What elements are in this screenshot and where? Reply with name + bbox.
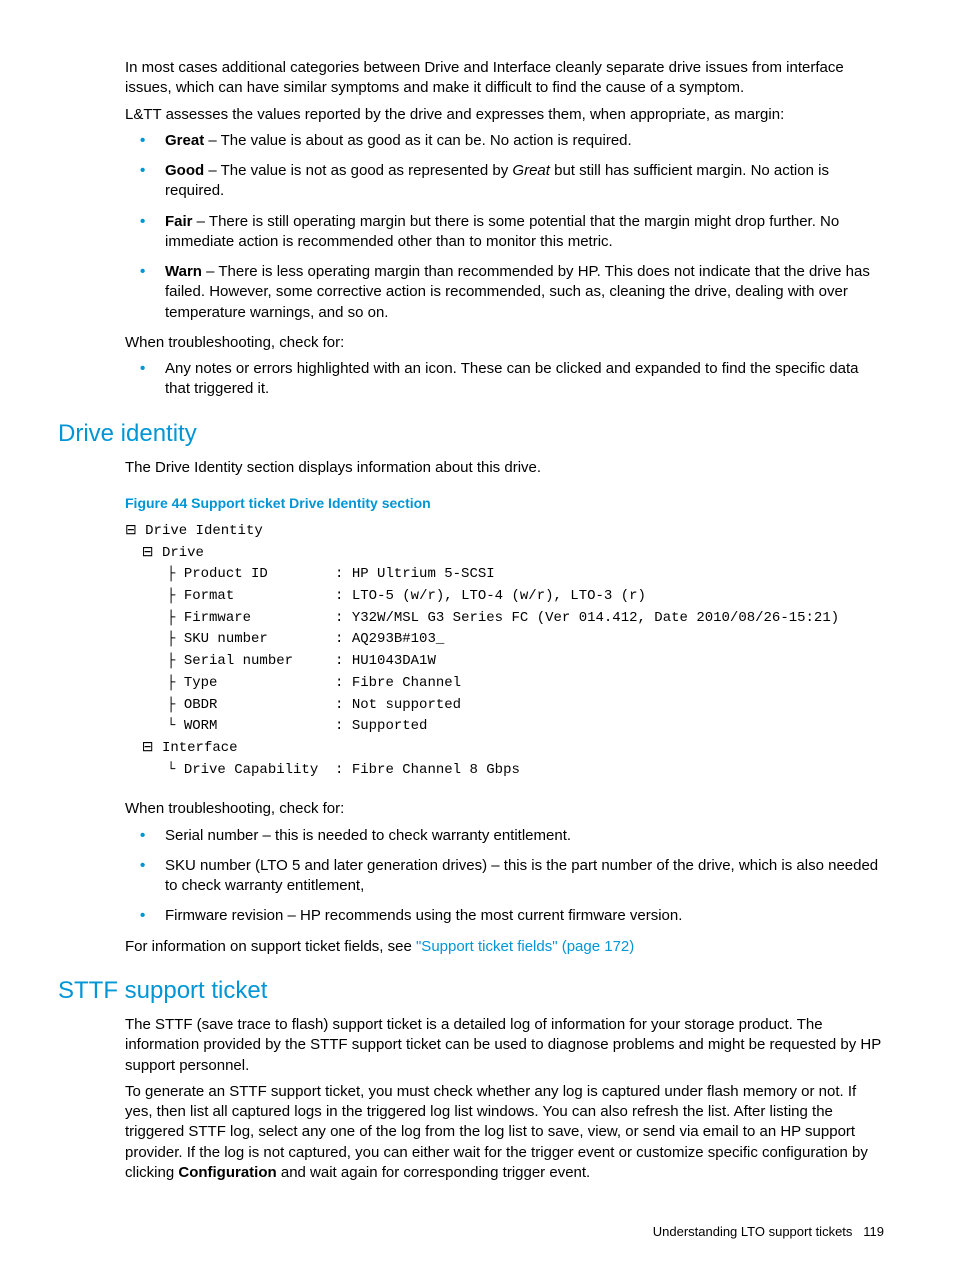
troubleshoot-intro: When troubleshooting, check for:	[125, 333, 884, 353]
tree-interface: Interface	[162, 740, 238, 756]
di-troubleshoot-item: Serial number – this is needed to check …	[125, 826, 884, 846]
page-footer: Understanding LTO support tickets 119	[50, 1223, 884, 1241]
sttf-p2-post: and wait again for corresponding trigger…	[277, 1164, 591, 1181]
intro-p2: L&TT assesses the values reported by the…	[125, 105, 884, 125]
figure-caption: Figure 44 Support ticket Drive Identity …	[125, 494, 884, 513]
tree-val-worm: Supported	[352, 718, 428, 734]
margin-item-great: Great – The value is about as good as it…	[125, 131, 884, 151]
link-pre: For information on support ticket fields…	[125, 938, 416, 955]
footer-section: Understanding LTO support tickets	[653, 1224, 853, 1239]
di-troubleshoot-list: Serial number – this is needed to check …	[125, 826, 884, 927]
tree-val-format: LTO-5 (w/r), LTO-4 (w/r), LTO-3 (r)	[352, 588, 646, 604]
tree-root: Drive Identity	[145, 523, 263, 539]
tree-key-worm: WORM	[184, 718, 218, 734]
margin-text: – The value is about as good as it can b…	[204, 132, 632, 149]
drive-identity-block: The Drive Identity section displays info…	[125, 458, 884, 957]
tree-val-obdr: Not supported	[352, 697, 461, 713]
drive-identity-tree: ⊟ Drive Identity ⊟ Drive ├ Product ID : …	[125, 521, 884, 781]
intro-p1: In most cases additional categories betw…	[125, 58, 884, 99]
margin-item-good: Good – The value is not as good as repre…	[125, 161, 884, 202]
tree-val-firmware: Y32W/MSL G3 Series FC (Ver 014.412, Date…	[352, 610, 839, 626]
tree-key-serial: Serial number	[184, 653, 293, 669]
tree-val-product-id: HP Ultrium 5-SCSI	[352, 566, 495, 582]
drive-identity-desc: The Drive Identity section displays info…	[125, 458, 884, 478]
tree-key-obdr: OBDR	[184, 697, 218, 713]
tree-key-type: Type	[184, 675, 218, 691]
margin-item-fair: Fair – There is still operating margin b…	[125, 212, 884, 253]
di-troubleshoot-item: SKU number (LTO 5 and later generation d…	[125, 856, 884, 897]
tree-val-serial: HU1043DA1W	[352, 653, 436, 669]
intro-block: In most cases additional categories betw…	[125, 58, 884, 400]
tree-key-sku: SKU number	[184, 631, 268, 647]
margin-italic: Great	[512, 162, 550, 179]
troubleshoot-item: Any notes or errors highlighted with an …	[125, 359, 884, 400]
margin-item-warn: Warn – There is less operating margin th…	[125, 262, 884, 323]
support-ticket-fields-link[interactable]: "Support ticket fields" (page 172)	[416, 938, 634, 955]
tree-key-drive-cap: Drive Capability	[184, 762, 318, 778]
footer-page: 119	[863, 1224, 884, 1239]
margin-text: – There is still operating margin but th…	[165, 213, 839, 250]
sttf-p1: The STTF (save trace to flash) support t…	[125, 1015, 884, 1076]
sttf-p2: To generate an STTF support ticket, you …	[125, 1082, 884, 1183]
margin-label: Fair	[165, 213, 193, 230]
margin-label: Great	[165, 132, 204, 149]
margin-label: Good	[165, 162, 204, 179]
heading-sttf: STTF support ticket	[50, 975, 904, 1007]
heading-drive-identity: Drive identity	[50, 418, 904, 450]
tree-drive: Drive	[162, 545, 204, 561]
margin-text: – There is less operating margin than re…	[165, 263, 870, 321]
sttf-p2-bold: Configuration	[178, 1164, 276, 1181]
tree-key-firmware: Firmware	[184, 610, 251, 626]
margin-text-pre: – The value is not as good as represente…	[204, 162, 512, 179]
di-troubleshoot-intro: When troubleshooting, check for:	[125, 799, 884, 819]
tree-val-sku: AQ293B#103_	[352, 631, 444, 647]
di-troubleshoot-item: Firmware revision – HP recommends using …	[125, 906, 884, 926]
sttf-block: The STTF (save trace to flash) support t…	[125, 1015, 884, 1183]
margin-label: Warn	[165, 263, 202, 280]
tree-key-format: Format	[184, 588, 234, 604]
tree-key-product-id: Product ID	[184, 566, 268, 582]
margin-list: Great – The value is about as good as it…	[125, 131, 884, 323]
troubleshoot-list: Any notes or errors highlighted with an …	[125, 359, 884, 400]
tree-val-drive-cap: Fibre Channel 8 Gbps	[352, 762, 520, 778]
link-line: For information on support ticket fields…	[125, 937, 884, 957]
tree-val-type: Fibre Channel	[352, 675, 461, 691]
